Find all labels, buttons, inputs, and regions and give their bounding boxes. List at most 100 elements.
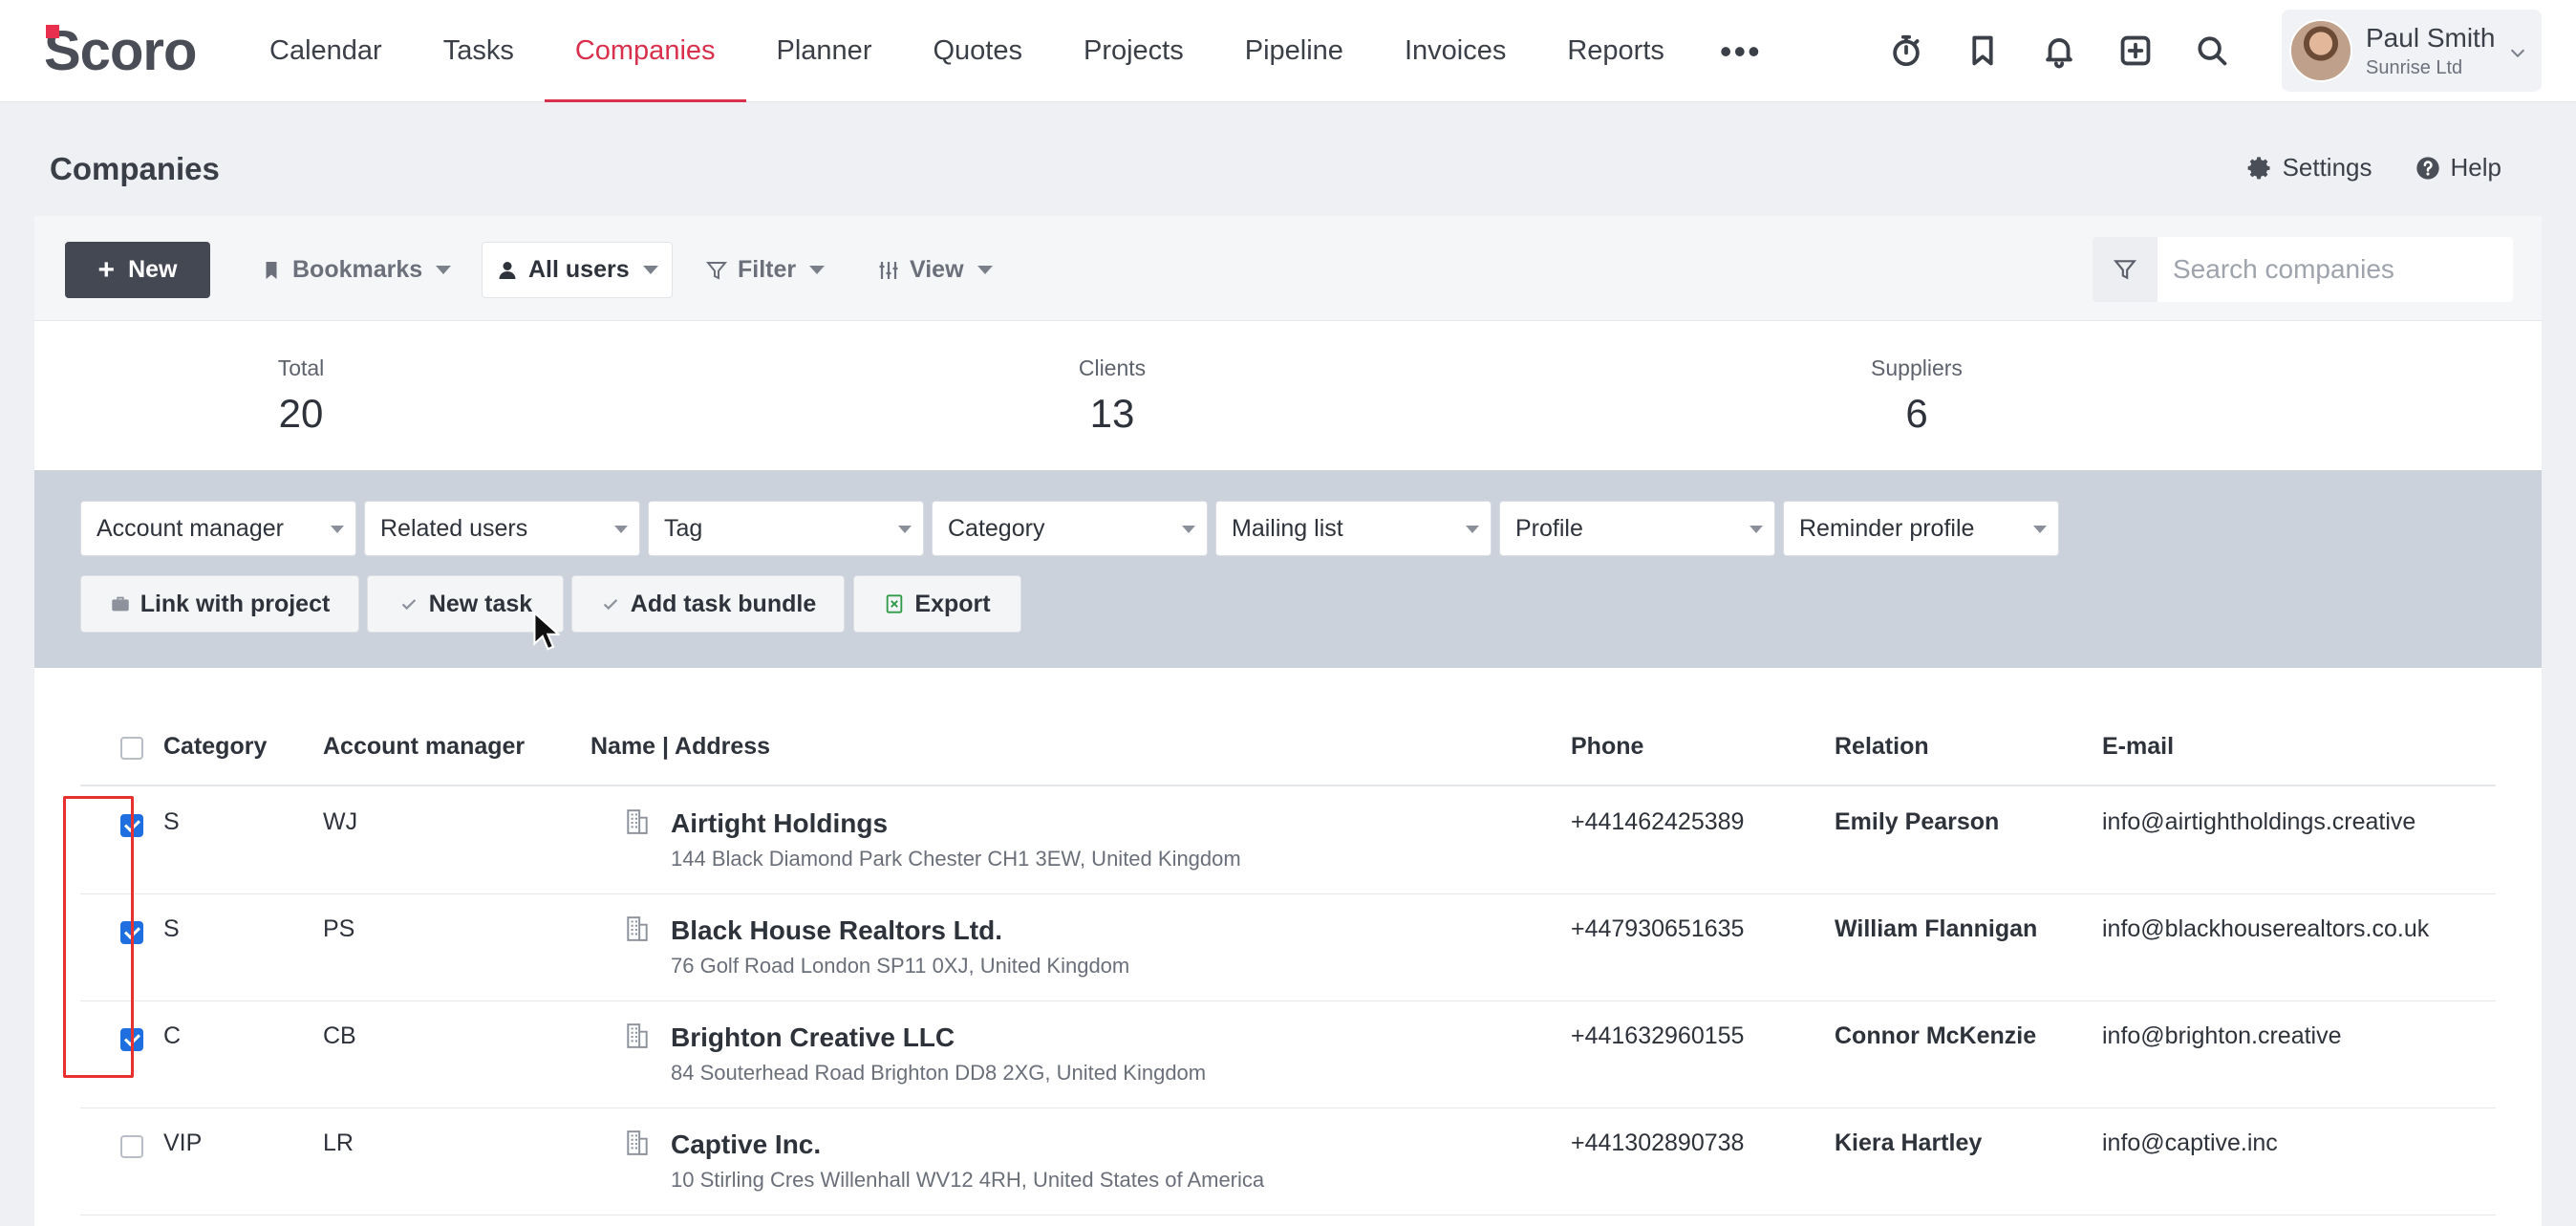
- excel-icon: [887, 594, 903, 613]
- select-label: Profile: [1515, 514, 1583, 542]
- add-task-bundle-button[interactable]: Add task bundle: [571, 575, 845, 633]
- main-nav: Calendar Tasks Companies Planner Quotes …: [239, 0, 1787, 102]
- column-header-category[interactable]: Category: [163, 733, 267, 761]
- stat-value: 6: [1905, 391, 1928, 436]
- bookmark-icon[interactable]: [1944, 21, 2021, 80]
- nav-invoices[interactable]: Invoices: [1374, 0, 1536, 102]
- nav-tasks[interactable]: Tasks: [413, 0, 545, 102]
- row-checkbox[interactable]: [120, 1028, 143, 1051]
- top-navigation: Scoro Calendar Tasks Companies Planner Q…: [0, 0, 2576, 102]
- filter-dropdown[interactable]: Filter: [692, 242, 838, 298]
- select-all-checkbox[interactable]: [120, 737, 143, 760]
- button-label: Export: [914, 590, 991, 617]
- settings-link[interactable]: Settings: [2246, 153, 2372, 183]
- nav-companies[interactable]: Companies: [544, 0, 746, 102]
- link-with-project-button[interactable]: Link with project: [80, 575, 359, 633]
- cell-email[interactable]: info@airtightholdings.creative: [2102, 808, 2415, 836]
- cell-relation[interactable]: William Flannigan: [1835, 915, 2037, 943]
- column-header-relation[interactable]: Relation: [1835, 733, 1929, 761]
- caret-down-icon: [436, 266, 452, 274]
- cell-email[interactable]: info@captive.inc: [2102, 1129, 2278, 1157]
- mailing-list-select[interactable]: Mailing list: [1215, 501, 1492, 556]
- cell-relation[interactable]: Connor McKenzie: [1835, 1022, 2036, 1050]
- company-name-link[interactable]: Brighton Creative LLC: [671, 1022, 955, 1053]
- caret-down-icon: [809, 266, 826, 274]
- nav-calendar[interactable]: Calendar: [239, 0, 413, 102]
- tag-select[interactable]: Tag: [648, 501, 924, 556]
- button-label: Add task bundle: [630, 590, 817, 617]
- user-menu[interactable]: Paul Smith Sunrise Ltd: [2282, 10, 2542, 92]
- nav-pipeline[interactable]: Pipeline: [1214, 0, 1374, 102]
- column-header-phone[interactable]: Phone: [1571, 733, 1643, 761]
- caret-down-icon: [642, 266, 658, 274]
- nav-projects[interactable]: Projects: [1053, 0, 1214, 102]
- company-name-link[interactable]: Black House Realtors Ltd.: [671, 915, 1002, 946]
- cell-email[interactable]: info@blackhouserealtors.co.uk: [2102, 915, 2429, 943]
- category-select[interactable]: Category: [932, 501, 1208, 556]
- add-icon[interactable]: [2097, 21, 2174, 80]
- export-button[interactable]: Export: [853, 575, 1021, 633]
- new-button[interactable]: + New: [65, 242, 210, 298]
- cell-phone[interactable]: +447930651635: [1571, 915, 1744, 943]
- user-name: Paul Smith: [2366, 22, 2496, 53]
- timer-icon[interactable]: [1868, 21, 1944, 80]
- table-row[interactable]: VIP LR Captive Inc. 10 Stirling Cres Wil…: [80, 1108, 2496, 1215]
- building-icon: [625, 915, 650, 942]
- users-dropdown[interactable]: All users: [482, 242, 673, 298]
- caret-down-icon: [898, 526, 912, 533]
- settings-label: Settings: [2282, 153, 2372, 182]
- caret-down-icon: [614, 526, 628, 533]
- row-checkbox[interactable]: [120, 921, 143, 944]
- table-row[interactable]: S WJ Airtight Holdings 144 Black Diamond…: [80, 787, 2496, 894]
- column-header-name-address[interactable]: Name | Address: [590, 733, 770, 761]
- cell-phone[interactable]: +441302890738: [1571, 1129, 1744, 1157]
- stat-label: Suppliers: [1871, 355, 1963, 380]
- row-checkbox[interactable]: [120, 814, 143, 837]
- check-icon: [603, 599, 617, 611]
- bookmarks-dropdown[interactable]: Bookmarks: [247, 242, 464, 298]
- stat-suppliers[interactable]: Suppliers 6: [1840, 355, 1993, 437]
- account-manager-select[interactable]: Account manager: [80, 501, 356, 556]
- filter-label: Filter: [738, 256, 797, 283]
- cell-account-manager: CB: [323, 1022, 356, 1049]
- cell-relation[interactable]: Emily Pearson: [1835, 808, 1999, 836]
- company-name-link[interactable]: Airtight Holdings: [671, 808, 888, 839]
- stat-clients[interactable]: Clients 13: [1045, 355, 1179, 437]
- company-name-link[interactable]: Captive Inc.: [671, 1129, 821, 1160]
- search-filter-button[interactable]: [2093, 237, 2157, 302]
- nav-quotes[interactable]: Quotes: [902, 0, 1053, 102]
- nav-planner[interactable]: Planner: [746, 0, 903, 102]
- table-row[interactable]: C CB Brighton Creative LLC 84 Souterhead…: [80, 1001, 2496, 1108]
- column-header-email[interactable]: E-mail: [2102, 733, 2174, 761]
- nav-reports[interactable]: Reports: [1536, 0, 1695, 102]
- help-label: Help: [2450, 153, 2501, 182]
- stat-total[interactable]: Total 20: [239, 355, 363, 437]
- scoro-logo[interactable]: Scoro: [44, 17, 197, 84]
- stat-value: 20: [278, 391, 324, 436]
- bell-icon[interactable]: [2021, 21, 2097, 80]
- search-input[interactable]: [2157, 254, 2501, 285]
- caret-down-icon: [1750, 526, 1763, 533]
- cell-category: S: [163, 808, 180, 835]
- company-address: 84 Souterhead Road Brighton DD8 2XG, Uni…: [671, 1061, 1207, 1085]
- caret-down-icon: [1182, 526, 1195, 533]
- cell-email[interactable]: info@brighton.creative: [2102, 1022, 2342, 1050]
- reminder-profile-select[interactable]: Reminder profile: [1783, 501, 2059, 556]
- more-menu-icon[interactable]: •••: [1695, 0, 1787, 102]
- cell-phone[interactable]: +441462425389: [1571, 808, 1744, 836]
- cell-phone[interactable]: +441632960155: [1571, 1022, 1744, 1050]
- row-checkbox[interactable]: [120, 1135, 143, 1158]
- mouse-cursor-icon: [533, 612, 560, 651]
- cell-account-manager: LR: [323, 1129, 354, 1156]
- column-header-account-manager[interactable]: Account manager: [323, 733, 525, 761]
- building-icon: [625, 1022, 650, 1049]
- profile-select[interactable]: Profile: [1499, 501, 1775, 556]
- cell-relation[interactable]: Kiera Hartley: [1835, 1129, 1982, 1157]
- search-icon[interactable]: [2174, 21, 2250, 80]
- view-dropdown[interactable]: View: [864, 242, 1006, 298]
- table-row[interactable]: S PS Black House Realtors Ltd. 76 Golf R…: [80, 894, 2496, 1001]
- building-icon: [625, 808, 650, 835]
- help-link[interactable]: Help: [2415, 153, 2501, 183]
- view-label: View: [910, 256, 964, 283]
- related-users-select[interactable]: Related users: [364, 501, 640, 556]
